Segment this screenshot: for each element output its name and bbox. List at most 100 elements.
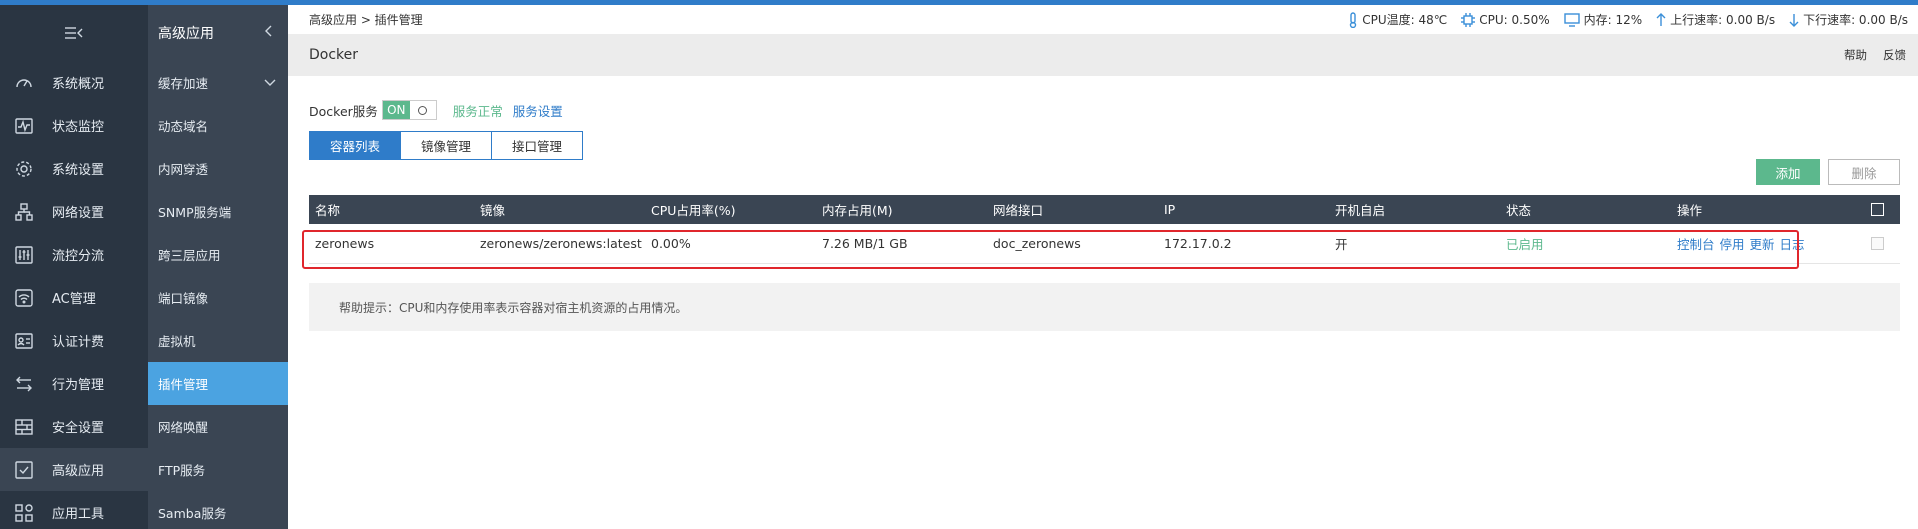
id-card-icon [12,329,36,353]
submenu-item-label: 插件管理 [158,377,209,392]
submenu-item-label: Samba服务 [158,506,227,521]
update-link[interactable]: 更新 [1750,234,1775,253]
sidebar-item-ac[interactable]: AC管理 [0,276,148,319]
memory-monitor-icon [1563,12,1580,27]
sidebar-item-flow-control[interactable]: 流控分流 [0,233,148,276]
sidebar-item-label: 流控分流 [52,249,105,264]
submenu-title: 高级应用 [158,26,214,42]
arrow-up-icon [1656,12,1666,26]
sidebar-item-label: 高级应用 [52,464,105,479]
sidebar-item-monitor[interactable]: 状态监控 [0,104,148,147]
sidebar-item-system-settings[interactable]: 系统设置 [0,147,148,190]
main-sidebar: 系统概况 状态监控 系统设置 网络设置 流控分流 AC管理 认证计费 行为管理 … [0,5,148,529]
sidebar-item-network[interactable]: 网络设置 [0,190,148,233]
submenu-item-samba[interactable]: Samba服务 [148,491,288,529]
chip-icon [1461,12,1476,27]
submenu-item-layer3[interactable]: 跨三层应用 [148,233,288,276]
tab-container-list[interactable]: 容器列表 [310,132,401,159]
arrows-swap-icon [12,372,36,396]
help-tip-box: 帮助提示：CPU和内存使用率表示容器对宿主机资源的占用情况。 [309,283,1900,331]
docker-service-row: Docker服务 ON 服务正常 服务设置 [309,100,563,120]
submenu-item-label: 虚拟机 [158,334,196,349]
network-icon [12,200,36,224]
sidebar-item-label: 行为管理 [52,378,105,393]
sliders-icon [12,243,36,267]
log-link[interactable]: 日志 [1780,234,1805,253]
page-title-bar: Docker 帮助 反馈 [288,34,1918,76]
container-table: 名称 镜像 CPU占用率(%) 内存占用(M) 网络接口 IP 开机自启 状态 … [309,195,1900,264]
cell-memory: 7.26 MB/1 GB [822,236,908,251]
sidebar-item-label: 网络设置 [52,206,105,221]
memory-stat: 内存: 12% [1563,11,1642,28]
console-link[interactable]: 控制台 [1677,234,1715,253]
col-image: 镜像 [480,203,506,218]
help-link[interactable]: 帮助 [1844,47,1867,63]
sidebar-item-auth[interactable]: 认证计费 [0,319,148,362]
tab-interface-management[interactable]: 接口管理 [491,132,583,159]
toggle-knob [409,101,436,119]
col-name: 名称 [315,203,341,218]
collapse-menu-icon[interactable] [0,5,148,61]
submenu-item-tunnel[interactable]: 内网穿透 [148,147,288,190]
submenu-item-cache[interactable]: 缓存加速 [148,61,288,104]
submenu-item-label: 动态域名 [158,119,209,134]
cell-cpu: 0.00% [651,236,691,251]
submenu-item-label: 内网穿透 [158,162,209,177]
service-settings-link[interactable]: 服务设置 [513,101,563,120]
submenu-item-ftp[interactable]: FTP服务 [148,448,288,491]
submenu-item-vm[interactable]: 虚拟机 [148,319,288,362]
chevron-down-icon[interactable] [264,75,276,90]
delete-button[interactable]: 删除 [1828,159,1900,185]
cpu-temp-stat: CPU温度: 48℃ [1348,11,1447,28]
header-bar: 高级应用 > 插件管理 CPU温度: 48℃ CPU: 0.50% 内存: 12… [288,5,1918,34]
stop-link[interactable]: 停用 [1720,234,1745,253]
upload-value: 上行速率: 0.00 B/s [1670,13,1776,27]
main-content: 高级应用 > 插件管理 CPU温度: 48℃ CPU: 0.50% 内存: 12… [288,5,1918,529]
col-ip: IP [1164,202,1176,217]
toggle-on-label: ON [382,101,410,119]
sidebar-item-label: 系统设置 [52,163,105,178]
wifi-icon [12,286,36,310]
select-all-checkbox[interactable] [1871,203,1884,216]
docker-service-toggle[interactable]: ON [381,100,437,120]
sidebar-item-advanced[interactable]: 高级应用 [0,448,148,491]
sidebar-item-overview[interactable]: 系统概况 [0,61,148,104]
sidebar-item-label: 状态监控 [52,120,105,135]
submenu-item-plugins[interactable]: 插件管理 [148,362,288,405]
col-autostart: 开机自启 [1335,203,1386,218]
page-title: Docker [309,47,359,63]
submenu-item-ddns[interactable]: 动态域名 [148,104,288,147]
firewall-icon [12,415,36,439]
monitor-wave-icon [12,114,36,138]
submenu-item-snmp[interactable]: SNMP服务端 [148,190,288,233]
tab-image-management[interactable]: 镜像管理 [400,132,492,159]
cell-interface: doc_zeronews [993,236,1081,251]
feedback-link[interactable]: 反馈 [1883,47,1906,63]
cell-autostart: 开 [1335,237,1348,252]
submenu-item-label: FTP服务 [158,463,206,478]
col-actions: 操作 [1677,203,1703,218]
gear-icon [12,157,36,181]
dashboard-icon [12,71,36,95]
download-value: 下行速率: 0.00 B/s [1803,13,1908,27]
cell-name: zeronews [315,236,375,251]
submenu-item-label: SNMP服务端 [158,205,232,220]
sidebar-item-label: AC管理 [52,292,96,307]
sidebar-item-behavior[interactable]: 行为管理 [0,362,148,405]
table-row: zeronews zeronews/zeronews:latest 0.00% … [309,224,1900,264]
apps-icon [12,501,36,525]
col-memory: 内存占用(M) [822,203,893,218]
cpu-stat: CPU: 0.50% [1461,12,1550,27]
row-checkbox[interactable] [1871,237,1884,250]
service-status-text: 服务正常 [452,103,503,119]
sidebar-item-tools[interactable]: 应用工具 [0,491,148,529]
submenu-item-port-mirror[interactable]: 端口镜像 [148,276,288,319]
add-button[interactable]: 添加 [1756,159,1820,185]
chevron-left-icon[interactable] [264,24,274,42]
cell-ip: 172.17.0.2 [1164,236,1232,251]
circle-icon [418,105,428,115]
submenu-item-wol[interactable]: 网络唤醒 [148,405,288,448]
sidebar-item-security[interactable]: 安全设置 [0,405,148,448]
system-stats: CPU温度: 48℃ CPU: 0.50% 内存: 12% 上行速率: 0.00… [1348,11,1908,28]
submenu-item-label: 缓存加速 [158,76,209,91]
